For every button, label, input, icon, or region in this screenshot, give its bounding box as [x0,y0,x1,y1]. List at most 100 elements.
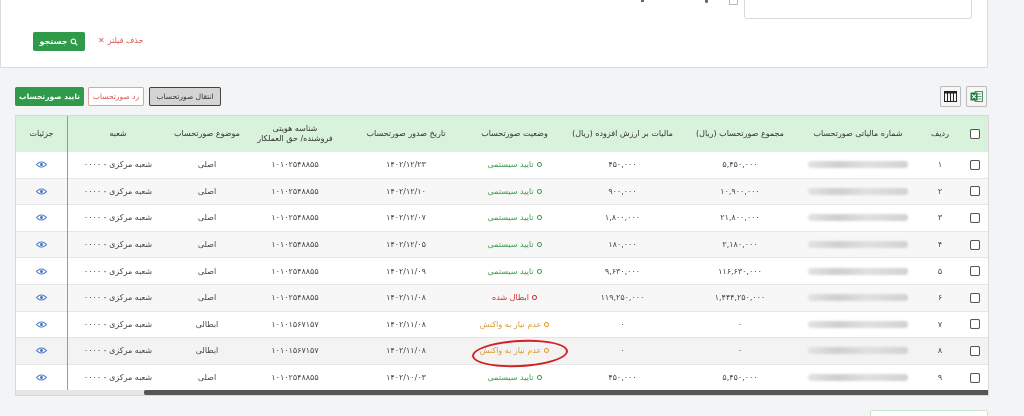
excel-export-button[interactable] [966,86,987,107]
details-cell[interactable] [16,179,67,205]
details-cell[interactable] [16,258,67,284]
status-dot-icon [536,215,542,221]
row-checkbox[interactable] [970,212,980,223]
vat-cell: ۱۱۹,۲۵۰,۰۰۰ [600,293,645,303]
seller-cell: ۱۰۱۰۲۵۴۸۸۵۵ [271,186,319,196]
row-checkbox[interactable] [970,345,980,356]
clear-filter-link[interactable]: ✕ حذف فیلتر [98,36,143,45]
table-row[interactable]: ۶ ۱,۴۴۴,۲۵۰,۰۰۰ ۱۱۹,۲۵۰,۰۰۰ ابطال شده ۱۴۰۲/۱… [16,285,988,312]
table-row[interactable]: ۹ ۵,۴۵۰,۰۰۰ ۴۵۰,۰۰۰ تایید سیستمی ۱۴۰۲/۱۰/۰۳ ۱… [16,365,988,392]
search-button[interactable]: جستجو [33,32,85,51]
details-cell[interactable] [16,338,67,364]
status-dot-icon [536,268,542,274]
row-checkbox[interactable] [970,319,980,330]
row-checkbox[interactable] [970,266,980,277]
date-cell: ۱۴۰۲/۱۱/۰۸ [386,346,426,356]
row-select-cell[interactable] [960,179,988,205]
date-cell: ۱۴۰۲/۱۲/۰۵ [386,240,426,250]
approve-invoice-label: تایید صورتحساب [19,92,80,101]
row-select-cell[interactable] [960,285,988,311]
search-icon [71,38,79,46]
eye-icon[interactable] [36,321,47,328]
branch-cell: شعبه مرکزی - ۰۰۰۰ [83,160,153,170]
date-cell: ۱۴۰۲/۱۱/۰۹ [386,266,426,276]
status-dot-icon [536,162,542,168]
blurred-tax-number [808,374,908,382]
row-select-cell[interactable] [960,338,988,364]
row-select-cell[interactable] [960,365,988,391]
eye-icon[interactable] [36,214,47,221]
eye-icon[interactable] [36,347,47,354]
header-seller-id: شناسه هویتی فروشنده/ حق العملکار [246,116,344,152]
horizontal-scrollbar[interactable] [16,390,988,395]
row-select-cell[interactable] [960,205,988,231]
subject-cell: اصلی [197,160,217,170]
tax-number-cell-blurred [796,338,920,364]
row-checkbox[interactable] [970,159,980,170]
eye-icon[interactable] [36,294,47,301]
table-row[interactable]: ۴ ۲,۱۸۰,۰۰۰ ۱۸۰,۰۰۰ تایید سیستمی ۱۴۰۲/۱۲/۰۵ ۱… [16,231,988,259]
columns-icon [944,91,957,102]
no-cell: ۹ [937,373,943,383]
branch-cell: شعبه مرکزی - ۰۰۰۰ [83,319,153,329]
branch-cell: شعبه مرکزی - ۰۰۰۰ [83,213,153,223]
reject-invoice-button[interactable]: رد صورتحساب [88,87,144,106]
eye-icon[interactable] [36,374,47,381]
search-button-label: جستجو [39,37,68,46]
seller-cell: ۱۰۱۰۱۵۶۷۱۵۷ [271,346,319,356]
details-cell[interactable] [16,232,67,258]
table-row[interactable]: ۳ ۲۱,۸۰۰,۰۰۰ ۱,۸۰۰,۰۰۰ تایید سیستمی ۱۴۰۲/۱۲/… [16,205,988,232]
columns-button[interactable] [940,86,961,107]
details-cell[interactable] [16,285,67,311]
status-dot-icon [536,375,542,381]
status-badge: تایید سیستمی [487,373,542,382]
row-select-cell[interactable] [960,312,988,338]
row-checkbox[interactable] [970,239,980,250]
filter-input[interactable] [744,0,972,19]
eye-icon[interactable] [36,268,47,275]
eye-icon[interactable] [36,161,47,168]
branch-cell: شعبه مرکزی - ۰۰۰۰ [83,186,153,196]
pagination-control[interactable] [870,410,988,416]
filter-checkbox[interactable] [729,0,738,5]
details-cell[interactable] [16,205,67,231]
vat-cell: ۰ [620,346,625,356]
approve-invoice-button[interactable]: تایید صورتحساب [15,87,84,106]
table-row[interactable]: ۷ ۰ ۰ عدم نیاز به واکنش ۱۴۰۲/۱۱/۰۸ ۱۰۱۰۱۵۶۷۱۵… [16,312,988,339]
no-cell: ۴ [937,240,943,250]
select-all-checkbox[interactable] [970,129,980,139]
table-row[interactable]: ۱ ۵,۴۵۰,۰۰۰ ۴۵۰,۰۰۰ تایید سیستمی ۱۴۰۲/۱۲/۲۳ ۱… [16,152,988,179]
row-checkbox[interactable] [970,292,980,303]
table-row[interactable]: ۵ ۱۱۶,۶۳۰,۰۰۰ ۹,۶۳۰,۰۰۰ تایید سیستمی ۱۴۰۲/۱۱… [16,258,988,285]
scrollbar-thumb[interactable] [144,390,988,395]
status-text: تایید سیستمی [487,240,534,250]
details-cell[interactable] [16,365,67,391]
no-cell: ۸ [937,346,943,356]
subject-cell: اصلی [197,266,217,276]
status-badge: ابطال شده [492,293,537,302]
date-cell: ۱۴۰۲/۱۲/۱۰ [386,186,426,196]
tax-number-cell-blurred [796,285,920,311]
row-checkbox[interactable] [970,372,980,383]
branch-cell: شعبه مرکزی - ۰۰۰۰ [83,373,153,383]
row-select-cell[interactable] [960,152,988,178]
details-cell[interactable] [16,312,67,338]
eye-icon[interactable] [36,241,47,248]
table-row[interactable]: ۲ ۱۰,۹۰۰,۰۰۰ ۹۰۰,۰۰۰ تایید سیستمی ۱۴۰۲/۱۲/۱۰… [16,178,988,206]
header-details: جزئیات [29,128,54,138]
row-select-cell[interactable] [960,258,988,284]
subject-cell: ابطالی [195,319,219,329]
header-status: وضعیت صورتحساب [481,128,548,138]
vat-cell: ۰ [620,319,625,329]
vat-cell: ۱۸۰,۰۰۰ [608,240,637,250]
eye-icon[interactable] [36,188,47,195]
no-cell: ۱ [937,160,943,170]
transfer-invoice-button[interactable]: انتقال صورتحساب [149,87,221,106]
row-checkbox[interactable] [970,186,980,197]
status-text: تایید سیستمی [487,186,534,196]
row-select-cell[interactable] [960,232,988,258]
details-cell[interactable] [16,152,67,178]
no-cell: ۳ [937,213,943,223]
date-cell: ۱۴۰۲/۱۲/۲۳ [386,160,426,170]
select-all-cell[interactable] [960,116,988,152]
